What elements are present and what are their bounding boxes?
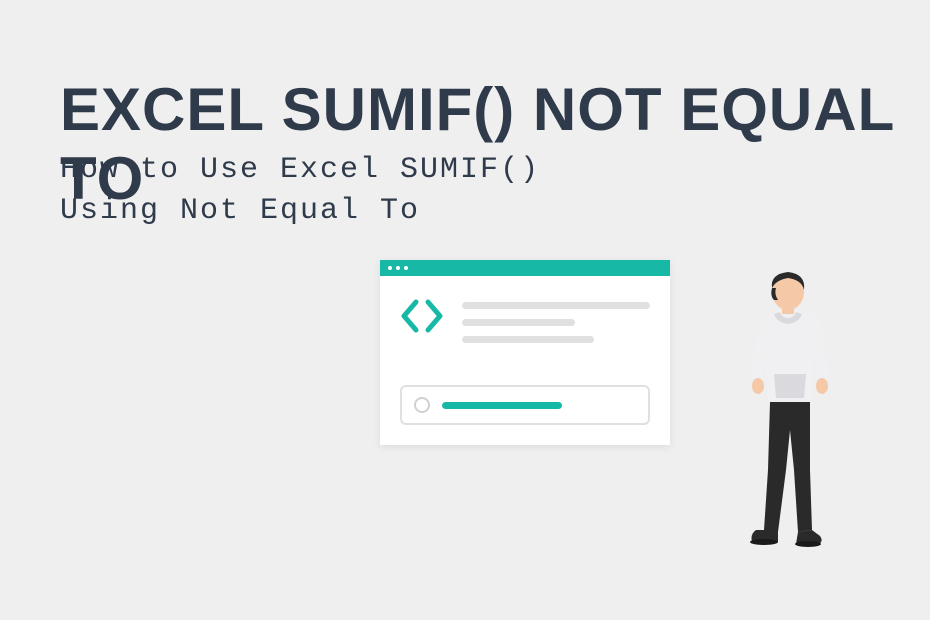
window-dot	[396, 266, 400, 270]
radio-placeholder-icon	[414, 397, 430, 413]
placeholder-line	[462, 319, 575, 326]
person-illustration	[720, 270, 850, 555]
text-lines-placeholder	[462, 298, 650, 343]
window-dot	[388, 266, 392, 270]
page-subtitle: How to Use Excel SUMIF() Using Not Equal…	[60, 150, 540, 231]
browser-illustration	[380, 260, 670, 445]
browser-titlebar	[380, 260, 670, 276]
code-brackets-icon	[400, 298, 444, 334]
placeholder-line	[462, 336, 594, 343]
window-dot	[404, 266, 408, 270]
input-value-placeholder	[442, 402, 562, 409]
input-illustration	[400, 385, 650, 425]
browser-body	[380, 276, 670, 365]
placeholder-line	[462, 302, 650, 309]
